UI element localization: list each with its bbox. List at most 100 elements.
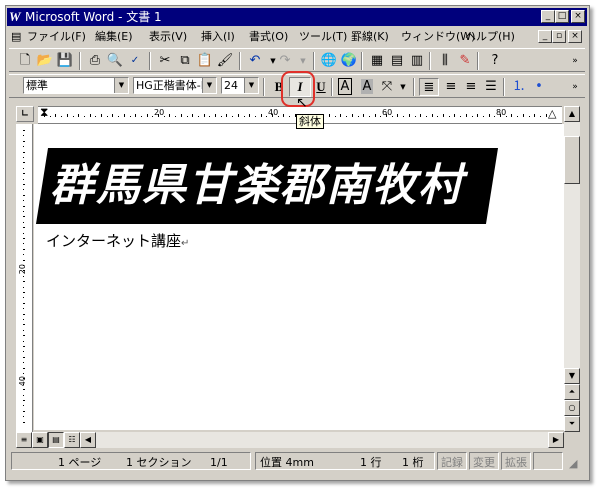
outline-view-button[interactable]: ☷ <box>64 432 80 448</box>
status-extend[interactable]: 拡張 <box>501 452 531 470</box>
scroll-up-button[interactable]: ▲ <box>564 106 580 122</box>
font-size-combobox[interactable]: 24 ▼ <box>221 77 259 94</box>
ruler-label-20: 20 <box>154 108 165 117</box>
redo-dropdown-icon[interactable]: ▼ <box>293 52 313 70</box>
new-document-icon[interactable]: 🗋 <box>15 52 35 70</box>
char-border-button[interactable]: A <box>335 78 355 96</box>
print-icon[interactable]: ⎙ <box>85 52 105 70</box>
open-folder-icon[interactable]: 📂 <box>35 52 55 70</box>
horizontal-scrollbar[interactable]: ≡ ▣ ▤ ☷ ◀ ▶ <box>16 432 564 448</box>
menu-tools[interactable]: ツール(T) <box>299 28 347 46</box>
scroll-right-button[interactable]: ▶ <box>548 432 564 448</box>
char-shading-button[interactable]: A <box>357 78 377 96</box>
style-combobox[interactable]: 標準 ▼ <box>23 77 129 94</box>
ruler-tick <box>391 116 393 117</box>
doc-icon[interactable]: ▤ <box>11 28 21 46</box>
menu-format[interactable]: 書式(O) <box>249 28 288 46</box>
resize-grip-icon[interactable]: ◢ <box>569 454 577 474</box>
hyperlink-icon[interactable]: 🌐 <box>319 52 339 70</box>
vruler-tick <box>23 340 24 342</box>
web-layout-button[interactable]: ▣ <box>32 432 48 448</box>
style-dropdown-icon[interactable]: ▼ <box>114 78 128 93</box>
print-preview-icon[interactable]: 🔍 <box>105 52 125 70</box>
distribute-icon[interactable]: ☰ <box>481 78 501 96</box>
ruler-tick <box>95 116 97 117</box>
office-assistant-icon[interactable]: ? <box>485 52 505 70</box>
mouse-cursor-icon: ↖ <box>296 95 308 111</box>
doc-restore-button[interactable]: ▫ <box>552 30 566 43</box>
status-record[interactable]: 記録 <box>437 452 467 470</box>
font-size-value: 24 <box>224 79 238 92</box>
redo-icon[interactable]: ↷ <box>275 52 295 70</box>
format-painter-icon[interactable]: 🖌 <box>215 52 235 70</box>
ruler-tick <box>180 114 182 117</box>
minimize-button[interactable]: _ <box>541 10 555 23</box>
maximize-button[interactable]: □ <box>555 10 569 23</box>
ruler-tick <box>386 114 387 117</box>
toolbar-separator <box>149 52 151 70</box>
web-toolbar-icon[interactable]: 🌍 <box>339 52 359 70</box>
heading-wordart-text[interactable]: 群馬県甘楽郡南牧村 <box>50 150 464 222</box>
print-layout-button[interactable]: ▤ <box>48 432 64 448</box>
indent-marker-icon[interactable]: ⧗ <box>40 105 48 120</box>
normal-view-button[interactable]: ≡ <box>16 432 32 448</box>
spellcheck-icon[interactable]: ✓ <box>125 52 145 70</box>
vruler-tick <box>23 373 24 374</box>
vruler-tick <box>23 410 25 412</box>
toolbar-separator <box>313 52 315 70</box>
select-browse-object-button[interactable]: ○ <box>564 400 580 416</box>
scroll-thumb[interactable] <box>564 136 580 184</box>
scroll-down-button[interactable]: ▼ <box>564 368 580 384</box>
menu-table[interactable]: 罫線(K) <box>351 28 389 46</box>
font-dropdown-icon[interactable]: ▼ <box>202 78 216 93</box>
previous-page-button[interactable]: ⏶ <box>564 384 580 400</box>
ruler-tick <box>78 114 80 117</box>
emphasis-dropdown-icon[interactable]: ▼ <box>393 78 413 96</box>
right-indent-marker-icon[interactable]: △ <box>548 107 556 120</box>
numbering-icon[interactable]: ⒈ <box>509 78 529 96</box>
toolbar-options-icon[interactable]: » <box>565 78 585 96</box>
font-combobox[interactable]: HG正楷書体-PRO ▼ <box>133 77 217 94</box>
menu-insert[interactable]: 挿入(I) <box>201 28 235 46</box>
status-page-group: 1 ページ 1 セクション 1/1 <box>11 452 251 470</box>
insert-excel-icon[interactable]: ▥ <box>407 52 427 70</box>
ruler-tick <box>66 114 68 117</box>
scroll-left-button[interactable]: ◀ <box>80 432 96 448</box>
ruler-tick <box>522 114 524 117</box>
copy-icon[interactable]: ⧉ <box>175 52 195 70</box>
font-size-dropdown-icon[interactable]: ▼ <box>244 78 258 93</box>
close-button[interactable]: × <box>571 10 585 23</box>
tables-borders-icon[interactable]: ▦ <box>367 52 387 70</box>
vertical-ruler[interactable]: 20 40 <box>16 124 33 432</box>
drawing-icon[interactable]: ✎ <box>455 52 475 70</box>
vruler-tick <box>23 216 25 218</box>
cut-icon[interactable]: ✂ <box>155 52 175 70</box>
align-right-icon[interactable]: ≡ <box>461 78 481 96</box>
menu-edit[interactable]: 編集(E) <box>95 28 133 46</box>
tab-selector[interactable]: ∟ <box>16 106 34 122</box>
next-page-button[interactable]: ⏷ <box>564 416 580 432</box>
menu-help[interactable]: ヘルプ(H) <box>465 28 515 46</box>
align-center-icon[interactable]: ≡ <box>441 78 461 96</box>
status-bar: 1 ページ 1 セクション 1/1 位置 4mm 1 行 1 桁 記録 変更 拡… <box>9 450 585 472</box>
status-track-changes[interactable]: 変更 <box>469 452 499 470</box>
columns-icon[interactable]: ⫼ <box>435 52 455 70</box>
menu-file[interactable]: ファイル(F) <box>27 28 86 46</box>
vruler-tick <box>23 265 24 266</box>
paste-icon[interactable]: 📋 <box>195 52 215 70</box>
save-icon[interactable]: 💾 <box>55 52 75 70</box>
document-line[interactable]: インターネット講座↵ <box>46 230 189 251</box>
doc-minimize-button[interactable]: _ <box>538 30 552 43</box>
status-overtype[interactable] <box>533 452 563 470</box>
align-justify-icon[interactable]: ≣ <box>419 78 439 96</box>
menu-view[interactable]: 表示(V) <box>149 28 187 46</box>
toolbar-options-icon[interactable]: » <box>565 52 585 70</box>
vruler-tick <box>23 421 25 423</box>
bullets-icon[interactable]: • <box>529 78 549 96</box>
undo-icon[interactable]: ↶ <box>245 52 265 70</box>
vruler-tick <box>23 297 24 299</box>
insert-table-icon[interactable]: ▤ <box>387 52 407 70</box>
vertical-scrollbar[interactable]: ▲ ▼ ⏶ ○ ⏷ <box>564 106 580 432</box>
doc-close-button[interactable]: × <box>568 30 582 43</box>
vruler-tick <box>23 200 24 202</box>
